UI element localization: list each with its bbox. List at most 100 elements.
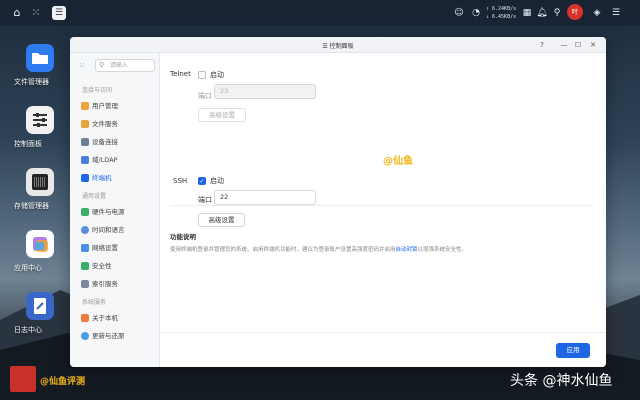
sidebar-item-label: 终端机 (92, 174, 112, 182)
sidebar-item-update-restore[interactable]: 更新与还原 (78, 329, 156, 343)
sidebar-item-label: 网络设置 (92, 244, 118, 252)
ssh-enable-label: 启动 (210, 177, 224, 185)
desktop-icon-label: 控制面板 (14, 140, 42, 148)
sidebar-item-label: 更新与还原 (92, 332, 125, 340)
sidebar-item-network[interactable]: 网络设置 (78, 241, 156, 255)
search-placeholder: 请输入 (110, 62, 129, 69)
sidebar-item-domain-ldap[interactable]: 域/LDAP (78, 153, 156, 167)
window-titlebar[interactable]: ☰ 控制面板 ? — ☐ ✕ (70, 37, 606, 53)
folder-icon (26, 44, 54, 72)
sidebar-item-label: 索引服务 (92, 280, 118, 288)
sidebar-item-hardware-power[interactable]: 硬件与电源 (78, 205, 156, 219)
window-title-text: 控制面板 (329, 43, 354, 50)
desktop-icon-label: 文件管理器 (14, 78, 49, 86)
maximize-button[interactable]: ☐ (573, 40, 583, 50)
telnet-port-input[interactable]: 23 (214, 84, 316, 99)
apps-grid-icon[interactable]: ⁙ (79, 62, 85, 70)
telnet-enable-checkbox[interactable] (198, 71, 206, 79)
sidebar-item-security[interactable]: 安全性 (78, 259, 156, 273)
download-speed: ↓ 6.45KB/s (486, 14, 517, 20)
sidebar-section-title: 系统服务 (82, 299, 107, 306)
apps-grid-icon[interactable]: ⁙ (29, 6, 43, 20)
desktop-icon-label: 应用中心 (14, 264, 42, 272)
description-text: 使用终端机登录并管理您的系统。启用终端机功能时，建议为登录账户设置高强度密码并启… (170, 245, 467, 253)
power-icon (81, 208, 89, 216)
search-icon[interactable]: ⚲ (550, 6, 564, 20)
ssh-label: SSH (173, 177, 188, 185)
sidebar-item-label: 关于本机 (92, 314, 118, 322)
dashboard-icon[interactable]: ◔ (469, 6, 483, 20)
sidebar-item-time-language[interactable]: 时间和语言 (78, 223, 156, 237)
clock-icon (81, 226, 89, 234)
ssh-port-label: 端口 (198, 196, 212, 204)
sidebar-item-users[interactable]: 用户管理 (78, 99, 156, 113)
ssh-advanced-button[interactable]: 高级设置 (198, 213, 245, 227)
menu-icon[interactable]: ☰ (609, 6, 623, 20)
sidebar-item-device-connection[interactable]: 设备连接 (78, 135, 156, 149)
close-button[interactable]: ✕ (588, 40, 598, 50)
sidebar-item-label: 用户管理 (92, 102, 118, 110)
disk-icon (26, 168, 54, 196)
app-center-icon (26, 230, 54, 258)
bell-icon[interactable]: 🔔︎ (535, 6, 549, 20)
ssh-port-input[interactable]: 22 (214, 190, 316, 205)
sidebar-item-index-service[interactable]: 索引服务 (78, 277, 156, 291)
layers-icon[interactable]: ◈ (590, 6, 604, 20)
bottom-right-watermark: 头条 @神水仙鱼 (510, 373, 613, 389)
telnet-port-label: 端口 (198, 92, 212, 100)
search-icon: ⚲ (99, 61, 105, 69)
log-icon (26, 292, 54, 320)
home-icon[interactable]: ⌂ (10, 6, 24, 20)
description-text-before: 使用终端机登录并管理您的系统。启用终端机功能时，建议为登录账户设置高强度密码并启… (170, 247, 396, 253)
auto-block-link[interactable]: 自动封锁 (396, 247, 418, 253)
desktop-icon-log-center[interactable]: 日志中心 (14, 292, 66, 334)
desktop-icon-storage-manager[interactable]: 存储管理器 (14, 168, 66, 210)
description-text-after: 以增强系统安全性。 (417, 247, 468, 253)
update-icon (81, 332, 89, 340)
control-panel-task-icon[interactable]: ☰ (52, 6, 66, 20)
sidebar-item-terminal[interactable]: 终端机 (78, 171, 156, 185)
telnet-enable-label: 启动 (210, 71, 224, 79)
sidebar-item-label: 安全性 (92, 262, 112, 270)
sidebar-item-label: 时间和语言 (92, 226, 125, 234)
shield-icon (81, 262, 89, 270)
center-watermark: @仙鱼 (383, 156, 413, 167)
section-divider (170, 205, 594, 206)
search-input[interactable]: ⚲ 请输入 (95, 59, 155, 72)
window-title: ☰ 控制面板 (70, 41, 606, 50)
user-icon (81, 102, 89, 110)
seal-logo (10, 366, 36, 392)
sidebar-item-file-services[interactable]: 文件服务 (78, 117, 156, 131)
control-panel-title-icon: ☰ (322, 43, 330, 50)
terminal-settings-panel: Telnet 启动 端口 23 高级设置 SSH ✓ 启动 端口 22 高级设置… (161, 53, 606, 367)
minimize-button[interactable]: — (559, 40, 569, 50)
sliders-icon (26, 106, 54, 134)
desktop-taskbar: ⌂ ⁙ ☰ ☺ ◔ ↑ 6.24KB/s ↓ 6.45KB/s ▦ 🔔︎ ⚲ 叶… (0, 0, 640, 26)
domain-icon (81, 156, 89, 164)
terminal-icon (81, 174, 89, 182)
bottom-left-watermark: @仙鱼评测 (40, 377, 86, 387)
sidebar-item-label: 硬件与电源 (92, 208, 125, 216)
sidebar-item-about[interactable]: 关于本机 (78, 311, 156, 325)
network-icon (81, 244, 89, 252)
sidebar: ⁙ ⚲ 请输入 连接与访问 用户管理 文件服务 设备连接 域/LDAP 终端机 … (70, 53, 160, 367)
smiley-icon[interactable]: ☺ (452, 6, 466, 20)
help-button[interactable]: ? (537, 40, 547, 50)
sidebar-item-label: 设备连接 (92, 138, 118, 146)
desktop-icon-control-panel[interactable]: 控制面板 (14, 106, 66, 148)
telnet-advanced-button[interactable]: 高级设置 (198, 108, 246, 122)
desktop-icon-label: 存储管理器 (14, 202, 49, 210)
user-avatar[interactable]: 叶 (567, 4, 583, 20)
widgets-icon[interactable]: ▦ (520, 6, 534, 20)
upload-speed: ↑ 6.24KB/s (486, 6, 517, 12)
desktop-icon-app-center[interactable]: 应用中心 (14, 230, 66, 272)
ssh-enable-checkbox[interactable]: ✓ (198, 177, 206, 185)
apply-button[interactable]: 应用 (556, 343, 590, 358)
desktop-icon-label: 日志中心 (14, 326, 42, 334)
desktop-icon-file-manager[interactable]: 文件管理器 (14, 44, 66, 86)
description-title: 功能说明 (170, 233, 196, 241)
sidebar-item-label: 文件服务 (92, 120, 118, 128)
sidebar-item-label: 域/LDAP (92, 156, 118, 164)
sidebar-section-title: 连接与访问 (82, 87, 113, 94)
index-icon (81, 280, 89, 288)
